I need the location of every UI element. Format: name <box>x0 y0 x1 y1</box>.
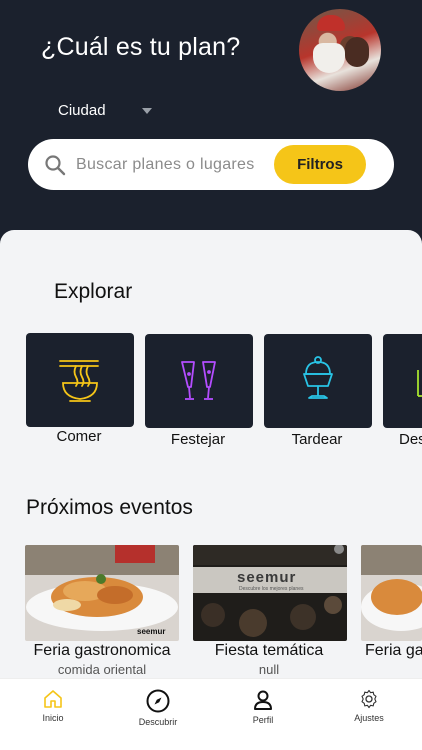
tab-label: Inicio <box>42 713 64 723</box>
category-label-des: Des <box>399 431 422 448</box>
event-title-feria: Feria gastronomica <box>33 642 171 659</box>
city-selector[interactable]: Ciudad <box>58 102 106 119</box>
avatar-child <box>345 37 369 67</box>
search-input[interactable] <box>76 154 266 176</box>
search-icon <box>45 155 66 176</box>
category-label-festejar: Festejar <box>170 431 226 448</box>
tab-descubrir[interactable]: Descubrir <box>123 689 193 727</box>
category-label-tardear: Tardear <box>291 431 343 448</box>
partial-icon <box>417 370 422 397</box>
event-image <box>361 545 422 641</box>
person-icon <box>254 690 272 710</box>
tab-label: Perfil <box>252 715 274 725</box>
event-subtitle-fiesta: null <box>258 662 280 677</box>
avatar-hat <box>317 15 345 31</box>
noodle-bowl-icon <box>59 360 99 402</box>
avatar-beard <box>313 43 345 73</box>
category-comer[interactable] <box>26 333 134 427</box>
category-label-comer: Comer <box>56 428 102 445</box>
category-tardear[interactable] <box>264 334 372 428</box>
event-card-partial[interactable] <box>361 545 422 641</box>
category-festejar[interactable] <box>145 334 253 428</box>
event-title-partial: Feria ga <box>365 642 422 659</box>
event-watermark: seemur <box>237 569 297 586</box>
event-subtitle-feria: comida oriental <box>57 662 147 677</box>
champagne-glasses-icon <box>181 361 216 400</box>
event-image <box>193 545 347 641</box>
event-card-feria[interactable]: seemur <box>25 545 179 641</box>
tab-inicio[interactable]: Inicio <box>18 689 88 723</box>
content-sheet: Explorar Comer Festejar Tardear Des Próx… <box>0 230 422 750</box>
search-bar: Filtros <box>28 139 394 190</box>
compass-icon <box>146 689 170 713</box>
events-title: Próximos eventos <box>26 496 193 519</box>
gear-icon <box>361 689 377 709</box>
page-title: ¿Cuál es tu plan? <box>41 33 241 61</box>
tab-ajustes[interactable]: Ajustes <box>334 689 404 723</box>
tab-label: Ajustes <box>354 713 384 723</box>
explore-title: Explorar <box>54 280 133 303</box>
home-icon <box>44 690 62 708</box>
event-banner-text: Descubre los mejores planes <box>239 586 304 592</box>
event-title-fiesta: Fiesta temática <box>214 642 324 659</box>
category-des[interactable] <box>383 334 422 428</box>
filters-button[interactable]: Filtros <box>274 145 366 184</box>
ice-cream-sundae-icon <box>303 356 333 399</box>
tab-perfil[interactable]: Perfil <box>228 689 298 725</box>
chevron-down-icon[interactable] <box>142 108 152 114</box>
event-card-fiesta[interactable]: seemur Descubre los mejores planes <box>193 545 347 641</box>
avatar[interactable] <box>299 9 381 91</box>
app-header: ¿Cuál es tu plan? Ciudad Filtros <box>0 0 422 240</box>
bottom-tab-bar: Inicio Descubrir Perfil Ajustes <box>0 678 422 750</box>
event-watermark: seemur <box>137 627 166 636</box>
tab-label: Descubrir <box>138 717 178 727</box>
